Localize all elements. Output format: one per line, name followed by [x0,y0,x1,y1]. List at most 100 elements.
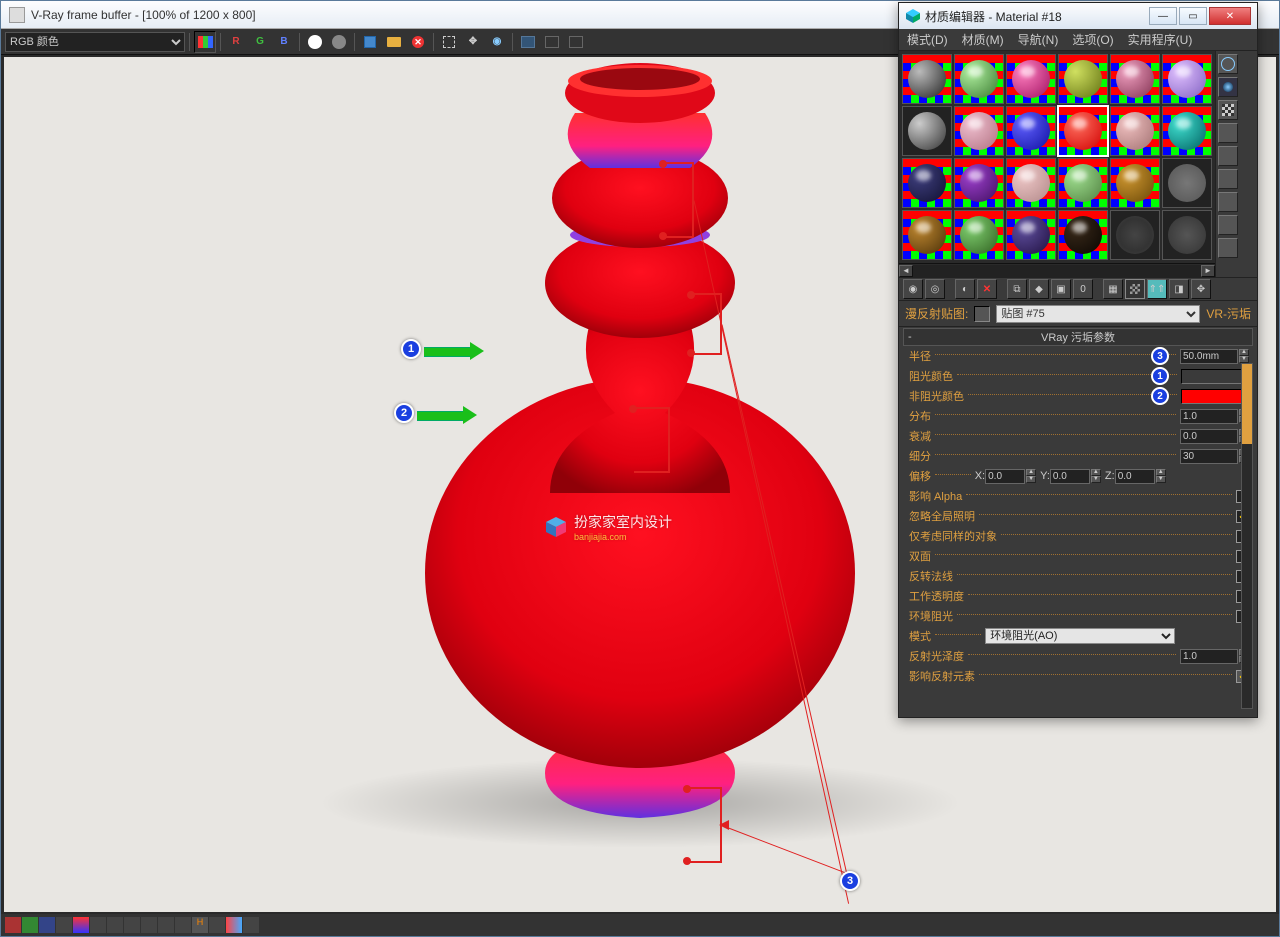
sample-slot[interactable] [1058,158,1108,208]
maximize-button[interactable]: ▭ [1179,7,1207,25]
make-preview-button[interactable] [1218,169,1238,189]
panel-header[interactable]: - VRay 污垢参数 [903,328,1253,346]
sample-slot[interactable] [1162,158,1212,208]
sample-slot[interactable] [1006,210,1056,260]
sb-icon[interactable] [56,917,72,933]
sample-slot[interactable] [1162,106,1212,156]
pick-from-object-button[interactable]: ✥ [1191,279,1211,299]
sample-slot[interactable] [954,54,1004,104]
sb-icon[interactable] [243,917,259,933]
reset-map-button[interactable]: ✕ [977,279,997,299]
sb-icon[interactable] [90,917,106,933]
sample-hscroll[interactable]: ◄► [899,263,1215,277]
menu-util[interactable]: 实用程序(U) [1128,31,1193,48]
bias-z-input[interactable] [1115,469,1155,484]
sample-slot[interactable] [954,158,1004,208]
sample-slot[interactable] [902,210,952,260]
sample-slot[interactable] [954,210,1004,260]
sample-slot[interactable] [1006,54,1056,104]
map-type-label[interactable]: VR-污垢 [1206,305,1251,322]
sample-slot[interactable] [1162,54,1212,104]
sample-uv-button[interactable] [1218,123,1238,143]
video-check-button[interactable] [1218,146,1238,166]
pick-map-button[interactable] [974,306,990,322]
spin-down[interactable]: ▼ [1239,356,1249,363]
select-by-mat-button[interactable] [1218,215,1238,235]
make-copy-button[interactable]: ⧉ [1007,279,1027,299]
sample-slot[interactable] [1058,106,1108,156]
material-map-nav-button[interactable] [1218,238,1238,258]
sb-icon[interactable] [175,917,191,933]
sample-slot[interactable] [1006,158,1056,208]
scroll-right-icon[interactable]: ► [1201,265,1215,277]
material-id-button[interactable]: 0 [1073,279,1093,299]
sb-icon[interactable] [22,917,38,933]
unoccluded-color-swatch[interactable] [1181,389,1249,404]
background-button[interactable] [1218,100,1238,120]
menu-options[interactable]: 选项(O) [1072,31,1113,48]
radius-input[interactable] [1180,349,1238,364]
sample-slot[interactable] [1110,106,1160,156]
scroll-left-icon[interactable]: ◄ [899,265,913,277]
sample-slot[interactable] [902,158,952,208]
sample-slot[interactable] [1110,158,1160,208]
put-to-library-button[interactable]: ▣ [1051,279,1071,299]
menu-material[interactable]: 材质(M) [962,31,1004,48]
spin-down[interactable]: ▼ [1091,476,1101,483]
sample-type-button[interactable] [1218,54,1238,74]
mode-dropdown[interactable]: 环境阻光(AO) [985,628,1175,644]
sample-slot[interactable] [1006,106,1056,156]
show-in-viewport-button[interactable]: ▦ [1103,279,1123,299]
sample-slot[interactable] [902,54,952,104]
params-vscroll[interactable] [1241,363,1253,709]
distribution-input[interactable] [1180,409,1238,424]
bias-y-input[interactable] [1050,469,1090,484]
scroll-thumb[interactable] [1242,364,1252,444]
mat-titlebar[interactable]: 材质编辑器 - Material #18 — ▭ ✕ [899,3,1257,29]
refl-gloss-input[interactable] [1180,649,1238,664]
bias-x-input[interactable] [985,469,1025,484]
spin-up[interactable]: ▲ [1026,469,1036,476]
sb-icon[interactable] [5,917,21,933]
make-unique-button[interactable]: ◆ [1029,279,1049,299]
spin-down[interactable]: ▼ [1156,476,1166,483]
sb-icon[interactable] [124,917,140,933]
spin-down[interactable]: ▼ [1026,476,1036,483]
sample-slot[interactable] [1058,210,1108,260]
sample-slot[interactable] [1110,54,1160,104]
options-button[interactable] [1218,192,1238,212]
sample-slot[interactable] [1162,210,1212,260]
sb-icon[interactable]: H [192,917,208,933]
occluded-color-swatch[interactable] [1181,369,1249,384]
sb-icon[interactable] [209,917,225,933]
get-material-button[interactable]: ◉ [903,279,923,299]
sample-slot[interactable] [1058,54,1108,104]
channel-dropdown[interactable]: RGB 颜色 [5,32,185,52]
spin-up[interactable]: ▲ [1156,469,1166,476]
sb-icon[interactable] [39,917,55,933]
subdivs-input[interactable] [1180,449,1238,464]
sb-icon[interactable] [158,917,174,933]
spin-up[interactable]: ▲ [1239,349,1249,356]
sb-icon[interactable] [107,917,123,933]
spin-up[interactable]: ▲ [1091,469,1101,476]
sample-slot[interactable] [902,106,952,156]
assign-to-selection-button[interactable]: ◐ [955,279,975,299]
go-forward-button[interactable]: ◨ [1169,279,1189,299]
falloff-input[interactable] [1180,429,1238,444]
menu-nav[interactable]: 导航(N) [1018,31,1059,48]
collapse-toggle[interactable]: - [908,331,912,343]
map-name-dropdown[interactable]: 贴图 #75 [996,305,1200,323]
sb-icon[interactable] [226,917,242,933]
put-to-scene-button[interactable]: ◎ [925,279,945,299]
backlight-button[interactable] [1218,77,1238,97]
go-to-parent-button[interactable]: ⇑⇑ [1147,279,1167,299]
close-button[interactable]: ✕ [1209,7,1251,25]
show-end-result-button[interactable] [1125,279,1145,299]
sb-icon[interactable] [73,917,89,933]
sample-slot[interactable] [954,106,1004,156]
sample-slot[interactable] [1110,210,1160,260]
menu-mode[interactable]: 模式(D) [907,31,948,48]
minimize-button[interactable]: — [1149,7,1177,25]
sb-icon[interactable] [141,917,157,933]
